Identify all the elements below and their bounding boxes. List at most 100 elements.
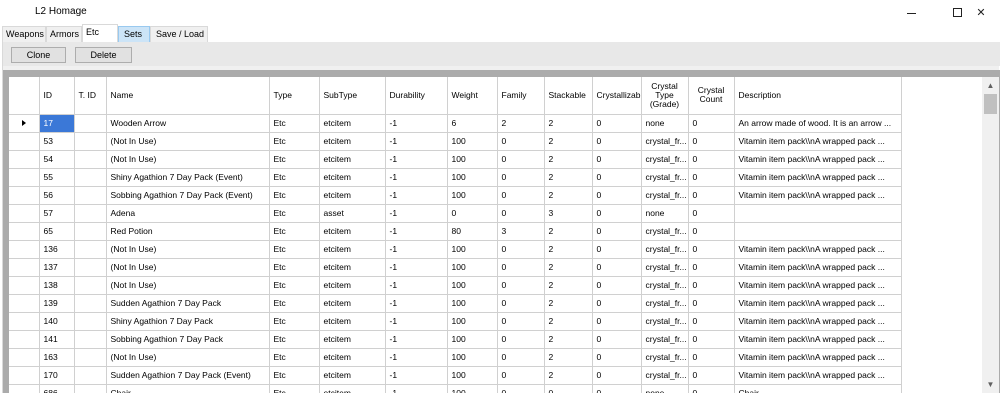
row-header[interactable] [9,330,40,349]
cell-crystallizable[interactable]: 0 [592,240,642,259]
cell-name[interactable]: Sudden Agathion 7 Day Pack [106,294,270,313]
cell-durability[interactable]: -1 [385,114,448,133]
cell-crystallizable[interactable]: 0 [592,150,642,169]
cell-durability[interactable]: -1 [385,294,448,313]
cell-crystal-count[interactable]: 0 [688,222,735,241]
cell-stackable[interactable]: 0 [544,384,593,393]
cell-crystal-type[interactable]: crystal_fr... [641,186,689,205]
cell-family[interactable]: 0 [497,204,545,223]
cell-durability[interactable]: -1 [385,258,448,277]
cell-name[interactable]: (Not In Use) [106,276,270,295]
cell-weight[interactable]: 80 [447,222,498,241]
items-data-grid[interactable]: ID T. ID Name Type SubType Durability We… [9,77,986,393]
cell-crystal-count[interactable]: 0 [688,312,735,331]
table-row[interactable]: 139 Sudden Agathion 7 Day Pack Etc etcitem -… [9,294,902,313]
cell-subtype[interactable]: etcitem [319,366,386,385]
cell-type[interactable]: Etc [269,330,320,349]
cell-stackable[interactable]: 2 [544,168,593,187]
cell-description[interactable]: Vitamin item pack\\nA wrapped pack ... [734,294,902,313]
cell-crystal-count[interactable]: 0 [688,150,735,169]
cell-type[interactable]: Etc [269,276,320,295]
cell-tid[interactable] [74,366,107,385]
cell-weight[interactable]: 100 [447,240,498,259]
cell-tid[interactable] [74,240,107,259]
cell-crystallizable[interactable]: 0 [592,330,642,349]
cell-stackable[interactable]: 2 [544,114,593,133]
cell-family[interactable]: 0 [497,366,545,385]
cell-subtype[interactable]: etcitem [319,132,386,151]
table-row[interactable]: 53 (Not In Use) Etc etcitem -1 100 0 2 0 crystal_… [9,132,902,151]
column-header-id[interactable]: ID [39,77,75,115]
cell-description[interactable]: An arrow made of wood. It is an arrow ..… [734,114,902,133]
cell-crystal-count[interactable]: 0 [688,240,735,259]
cell-crystal-type[interactable]: none [641,204,689,223]
cell-weight[interactable]: 100 [447,150,498,169]
cell-id[interactable]: 57 [39,204,75,223]
cell-subtype[interactable]: etcitem [319,258,386,277]
column-header-stackable[interactable]: Stackable [544,77,593,115]
table-row[interactable]: 65 Red Potion Etc etcitem -1 80 3 2 0 crystal_fr.… [9,222,902,241]
cell-tid[interactable] [74,114,107,133]
table-row[interactable]: 136 (Not In Use) Etc etcitem -1 100 0 2 0 crystal… [9,240,902,259]
cell-stackable[interactable]: 2 [544,258,593,277]
cell-weight[interactable]: 100 [447,348,498,367]
row-header[interactable] [9,186,40,205]
clone-button[interactable]: Clone [11,47,66,63]
cell-subtype[interactable]: etcitem [319,294,386,313]
cell-durability[interactable]: -1 [385,276,448,295]
cell-tid[interactable] [74,384,107,393]
cell-subtype[interactable]: etcitem [319,330,386,349]
cell-id[interactable]: 65 [39,222,75,241]
cell-crystal-type[interactable]: none [641,114,689,133]
cell-durability[interactable]: -1 [385,330,448,349]
column-header-durability[interactable]: Durability [385,77,448,115]
cell-stackable[interactable]: 2 [544,348,593,367]
cell-crystallizable[interactable]: 0 [592,114,642,133]
cell-crystal-type[interactable]: crystal_fr... [641,222,689,241]
cell-stackable[interactable]: 2 [544,312,593,331]
cell-name[interactable]: Sobbing Agathion 7 Day Pack [106,330,270,349]
cell-id[interactable]: 170 [39,366,75,385]
cell-id[interactable]: 54 [39,150,75,169]
cell-crystal-count[interactable]: 0 [688,348,735,367]
cell-durability[interactable]: -1 [385,222,448,241]
cell-weight[interactable]: 100 [447,330,498,349]
cell-description[interactable]: Vitamin item pack\\nA wrapped pack ... [734,240,902,259]
column-header-crystallizable[interactable]: Crystallizab [592,77,642,115]
cell-description[interactable]: Vitamin item pack\\nA wrapped pack ... [734,330,902,349]
cell-name[interactable]: (Not In Use) [106,150,270,169]
cell-name[interactable]: (Not In Use) [106,132,270,151]
cell-description[interactable]: Vitamin item pack\\nA wrapped pack ... [734,312,902,331]
cell-weight[interactable]: 100 [447,258,498,277]
column-header-crystal-type[interactable]: Crystal Type (Grade) [641,77,689,115]
cell-crystallizable[interactable]: 0 [592,294,642,313]
cell-name[interactable]: Wooden Arrow [106,114,270,133]
column-header-type[interactable]: Type [269,77,320,115]
cell-description[interactable]: Chair [734,384,902,393]
cell-id[interactable]: 137 [39,258,75,277]
table-row[interactable]: 56 Sobbing Agathion 7 Day Pack (Event) Etc… [9,186,902,205]
cell-type[interactable]: Etc [269,258,320,277]
cell-description[interactable]: Vitamin item pack\\nA wrapped pack ... [734,150,902,169]
cell-id[interactable]: 138 [39,276,75,295]
cell-subtype[interactable]: etcitem [319,312,386,331]
cell-type[interactable]: Etc [269,150,320,169]
scroll-up-button[interactable]: ▲ [982,77,999,94]
cell-weight[interactable]: 0 [447,204,498,223]
cell-subtype[interactable]: etcitem [319,348,386,367]
cell-id[interactable]: 17 [39,114,75,133]
cell-description[interactable]: Vitamin item pack\\nA wrapped pack ... [734,258,902,277]
cell-durability[interactable]: -1 [385,312,448,331]
cell-durability[interactable]: -1 [385,186,448,205]
cell-name[interactable]: Chair [106,384,270,393]
tab-save-load[interactable]: Save / Load [150,26,208,42]
cell-subtype[interactable]: etcitem [319,186,386,205]
cell-type[interactable]: Etc [269,366,320,385]
cell-crystal-count[interactable]: 0 [688,366,735,385]
cell-stackable[interactable]: 2 [544,186,593,205]
cell-tid[interactable] [74,222,107,241]
cell-subtype[interactable]: etcitem [319,384,386,393]
table-row[interactable]: 57 Adena Etc asset -1 0 0 3 0 none 0 [9,204,902,223]
cell-family[interactable]: 0 [497,330,545,349]
row-header[interactable] [9,384,40,393]
